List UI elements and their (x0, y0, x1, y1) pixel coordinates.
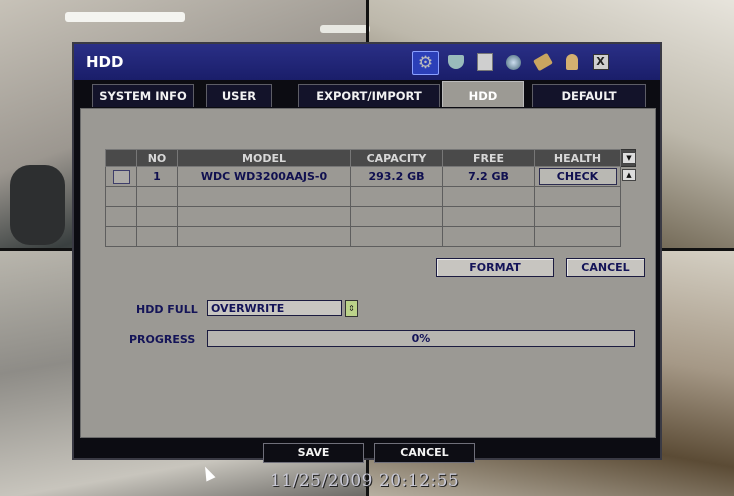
spin-arrows-icon[interactable]: ⇕ (345, 300, 358, 317)
cell-free: 7.2 GB (442, 166, 535, 187)
scroll-down-icon[interactable]: ▼ (622, 152, 636, 164)
column-header (105, 149, 137, 167)
table-row (105, 206, 636, 227)
timestamp: 11/25/2009 20:12:55 (270, 471, 460, 491)
hdd-table: NO MODEL CAPACITY FREE HEALTH ▲ ▼ 1 WDC … (105, 149, 636, 247)
table-header: NO MODEL CAPACITY FREE HEALTH ▲ ▼ (105, 149, 636, 181)
disk-icon[interactable] (472, 51, 497, 73)
tools-icon[interactable] (530, 51, 555, 73)
save-button[interactable]: SAVE (263, 443, 364, 463)
ceiling-light (65, 12, 185, 22)
tab-bar: SYSTEM INFO USER EXPORT/IMPORT HDD DEFAU… (92, 81, 646, 108)
toolbar: ⚙ X (412, 51, 613, 75)
checkbox[interactable] (112, 169, 130, 184)
column-header: HEALTH (534, 149, 621, 167)
table-row[interactable]: 1 WDC WD3200AAJS-0 293.2 GB 7.2 GB CHECK (105, 166, 636, 187)
column-header: NO (136, 149, 178, 167)
column-header: CAPACITY (350, 149, 443, 167)
person-silhouette (10, 165, 65, 245)
hdd-full-label: HDD FULL (136, 303, 198, 316)
cancel-button[interactable]: CANCEL (374, 443, 475, 463)
tab-system-info[interactable]: SYSTEM INFO (92, 84, 194, 107)
hdd-dialog: HDD ⚙ X SYSTEM INFO USER EXPORT/IMPORT H… (72, 42, 662, 463)
column-header: FREE (442, 149, 535, 167)
progress-bar: 0% (207, 330, 635, 347)
gear-icon[interactable]: ⚙ (412, 51, 439, 75)
row-checkbox[interactable] (105, 166, 137, 187)
table-row (105, 226, 636, 247)
format-button[interactable]: FORMAT (436, 258, 554, 277)
cell-no: 1 (136, 166, 178, 187)
cell-capacity: 293.2 GB (350, 166, 443, 187)
hdd-full-select[interactable]: OVERWRITE (207, 300, 342, 316)
user-icon[interactable] (559, 51, 584, 73)
title-bar: HDD ⚙ X (74, 44, 660, 80)
cell-health: CHECK (534, 166, 621, 187)
progress-value: 0% (411, 332, 431, 345)
tab-user[interactable]: USER (206, 84, 272, 107)
camera-icon[interactable] (443, 51, 468, 73)
close-icon[interactable]: X (588, 51, 613, 73)
tab-hdd[interactable]: HDD (442, 81, 524, 107)
table-scrollbar[interactable]: ▲ ▼ (620, 149, 636, 181)
check-health-button[interactable]: CHECK (538, 168, 617, 185)
scroll-up-icon[interactable]: ▲ (622, 169, 636, 181)
progress-label: PROGRESS (129, 333, 196, 346)
tab-default[interactable]: DEFAULT (532, 84, 646, 107)
ceiling-light (320, 25, 370, 33)
cancel-format-button[interactable]: CANCEL (566, 258, 645, 277)
hdd-panel: NO MODEL CAPACITY FREE HEALTH ▲ ▼ 1 WDC … (80, 108, 656, 438)
network-icon[interactable] (501, 51, 526, 73)
window-title: HDD (86, 53, 124, 71)
cell-model: WDC WD3200AAJS-0 (177, 166, 351, 187)
column-header: MODEL (177, 149, 351, 167)
table-row (105, 186, 636, 207)
tab-export-import[interactable]: EXPORT/IMPORT (298, 84, 440, 107)
